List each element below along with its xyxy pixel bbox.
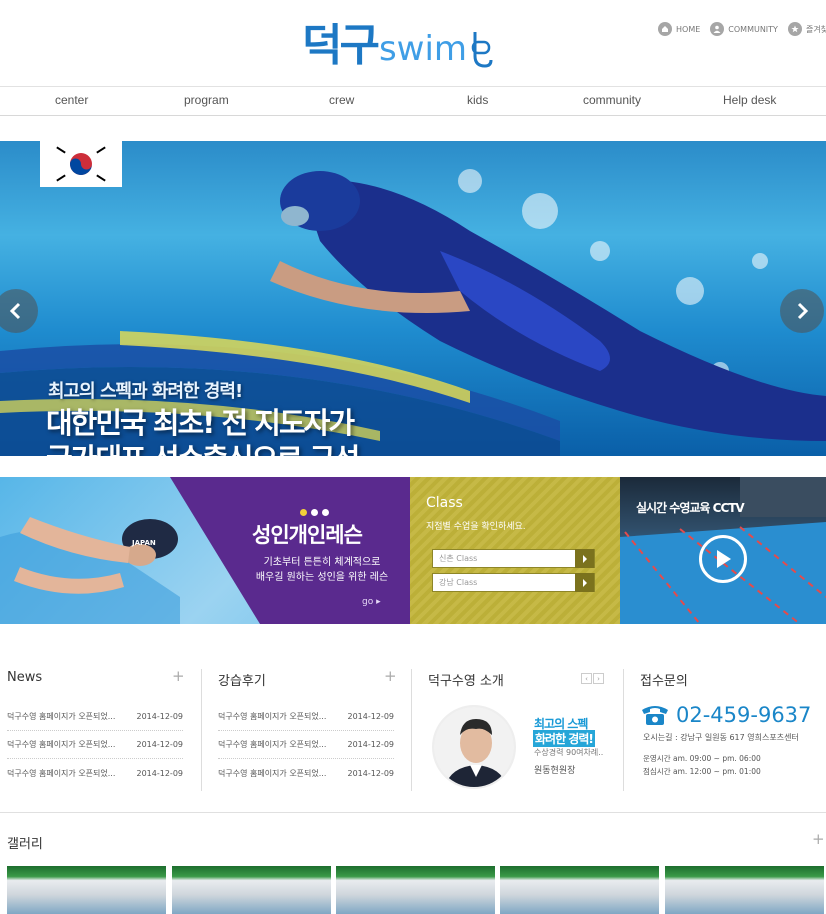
lesson-swimmer-image: JAPAN	[0, 517, 180, 624]
review-item[interactable]: 덕구수영 홈페이지가 오픈되었... 2014-12-09	[218, 759, 394, 787]
nav-crew[interactable]: crew	[329, 93, 354, 107]
news-item[interactable]: 덕구수영 홈페이지가 오픈되었... 2014-12-09	[7, 759, 183, 787]
intro-name: 원동현원장	[534, 766, 576, 776]
chevron-left-icon	[9, 302, 21, 320]
util-community-label: COMMUNITY	[728, 24, 778, 34]
director-photo	[432, 705, 516, 789]
review-item[interactable]: 덕구수영 홈페이지가 오픈되었... 2014-12-09	[218, 731, 394, 759]
news-title: News	[7, 670, 43, 685]
lesson-desc-line2: 배우길 원하는 성인을 위한 레슨	[255, 572, 389, 583]
gallery-thumb[interactable]	[665, 866, 824, 914]
divider	[623, 669, 624, 791]
contact-lunch-hours: 점심시간 am. 12:00 ~ pm. 01:00	[643, 767, 761, 776]
lesson-go-link[interactable]: go ▸	[362, 597, 381, 607]
reviews-title: 강습후기	[218, 674, 266, 689]
chevron-right-icon	[797, 302, 809, 320]
lesson-title: 성인개인레슨	[252, 523, 363, 547]
intro-next-button[interactable]: ›	[593, 673, 604, 684]
utility-links: HOME COMMUNITY 즐겨찾기	[658, 22, 826, 36]
divider	[411, 669, 412, 791]
hero-slider: 최고의 스펙과 화려한 경력! 대한민국 최초! 전 지도자가 국가대표 선수출…	[0, 141, 826, 456]
contact-title: 접수문의	[640, 674, 688, 689]
nav-community[interactable]: community	[583, 93, 641, 107]
cctv-banner[interactable]: 실시간 수영교육 CCTV	[620, 477, 826, 624]
class-select-gangnam[interactable]: 강남 Class	[432, 573, 595, 592]
nav-center[interactable]: center	[55, 93, 88, 107]
intro-awards: 수상경력 90여차례..	[534, 748, 604, 757]
play-icon	[717, 550, 731, 568]
class-select-label: 강남 Class	[439, 578, 478, 587]
util-home-link[interactable]: HOME	[658, 22, 700, 36]
telephone-icon	[642, 706, 668, 725]
news-more-button[interactable]: +	[172, 667, 185, 685]
info-section: News + 덕구수영 홈페이지가 오픈되었... 2014-12-09 덕구수영…	[0, 645, 826, 795]
logo-ko-text: 덕구	[302, 20, 380, 71]
divider	[201, 669, 202, 791]
contact-address: 오시는길 : 강남구 일원동 617 영희스포츠센터	[643, 733, 799, 742]
cctv-title: 실시간 수영교육 CCTV	[636, 501, 745, 515]
util-bookmark-label: 즐겨찾기	[805, 24, 826, 34]
intro-headline2: 화려한 경력!	[533, 730, 595, 747]
lesson-dots	[300, 509, 329, 516]
gallery-thumb[interactable]	[7, 866, 166, 914]
util-home-label: HOME	[676, 24, 701, 34]
star-icon	[787, 22, 802, 36]
news-item[interactable]: 덕구수영 홈페이지가 오픈되었... 2014-12-09	[7, 703, 183, 731]
nav-kids[interactable]: kids	[467, 93, 488, 107]
header: 덕구 swim HOME COMMUNITY 즐겨찾기	[0, 0, 826, 86]
gallery-title: 갤러리	[7, 837, 43, 852]
reviews-more-button[interactable]: +	[384, 667, 397, 685]
contact-hours: 운영시간 am. 09:00 ~ pm. 06:00	[643, 754, 761, 763]
intro-prev-button[interactable]: ‹	[581, 673, 592, 684]
divider	[0, 812, 826, 813]
gallery-thumb[interactable]	[500, 866, 659, 914]
lesson-desc-line1: 기초부터 튼튼히 체계적으로	[263, 557, 381, 568]
hero-subtitle: 최고의 스펙과 화려한 경력!	[48, 381, 243, 402]
lesson-desc: 기초부터 튼튼히 체계적으로 배우길 원하는 성인을 위한 레슨	[252, 555, 392, 585]
phone-number[interactable]: 02-459-9637	[676, 703, 811, 727]
nav-help-desk[interactable]: Help desk	[723, 93, 776, 107]
intro-title: 덕구수영 소개	[428, 674, 504, 689]
gallery-thumb[interactable]	[336, 866, 495, 914]
site-logo[interactable]: 덕구 swim	[302, 14, 493, 74]
gallery-more-button[interactable]: +	[812, 830, 825, 848]
news-item[interactable]: 덕구수영 홈페이지가 오픈되었... 2014-12-09	[7, 731, 183, 759]
review-item[interactable]: 덕구수영 홈페이지가 오픈되었... 2014-12-09	[218, 703, 394, 731]
hero-title: 대한민국 최초! 전 지도자가 국가대표 선수출신으로 구성	[46, 405, 360, 456]
util-community-link[interactable]: COMMUNITY	[710, 22, 778, 36]
chevron-right-icon	[575, 549, 594, 568]
main-nav: center program crew kids community Help …	[0, 86, 826, 116]
adult-lesson-banner[interactable]: JAPAN 성인개인레슨 기초부터 튼튼히 체계적으로 배우길 원하는 성인을 …	[0, 477, 410, 624]
user-icon	[710, 22, 725, 36]
snorkel-mask-icon	[471, 32, 493, 68]
class-select-label: 신촌 Class	[439, 554, 478, 563]
class-title: Class	[426, 495, 463, 511]
util-bookmark-link[interactable]: 즐겨찾기	[787, 22, 826, 36]
banner-row: JAPAN 성인개인레슨 기초부터 튼튼히 체계적으로 배우길 원하는 성인을 …	[0, 477, 826, 624]
korea-flag-icon	[40, 141, 122, 187]
hero-title-line2: 국가대표 선수출신으로 구성	[46, 441, 360, 456]
play-button[interactable]	[699, 535, 747, 583]
svg-text:JAPAN: JAPAN	[131, 539, 156, 547]
class-subtitle: 지점별 수업을 확인하세요.	[426, 522, 526, 532]
hero-title-line1: 대한민국 최초! 전 지도자가	[46, 406, 355, 440]
home-icon	[658, 22, 672, 36]
logo-en-text: swim	[378, 29, 468, 69]
nav-program[interactable]: program	[184, 93, 229, 107]
chevron-right-icon	[575, 573, 594, 592]
hero-next-button[interactable]	[780, 289, 824, 333]
class-select-sinchon[interactable]: 신촌 Class	[432, 549, 595, 568]
gallery-thumb[interactable]	[172, 866, 331, 914]
class-banner: Class 지점별 수업을 확인하세요. 신촌 Class 강남 Class	[410, 477, 620, 624]
contact-phone: 02-459-9637	[640, 703, 811, 727]
